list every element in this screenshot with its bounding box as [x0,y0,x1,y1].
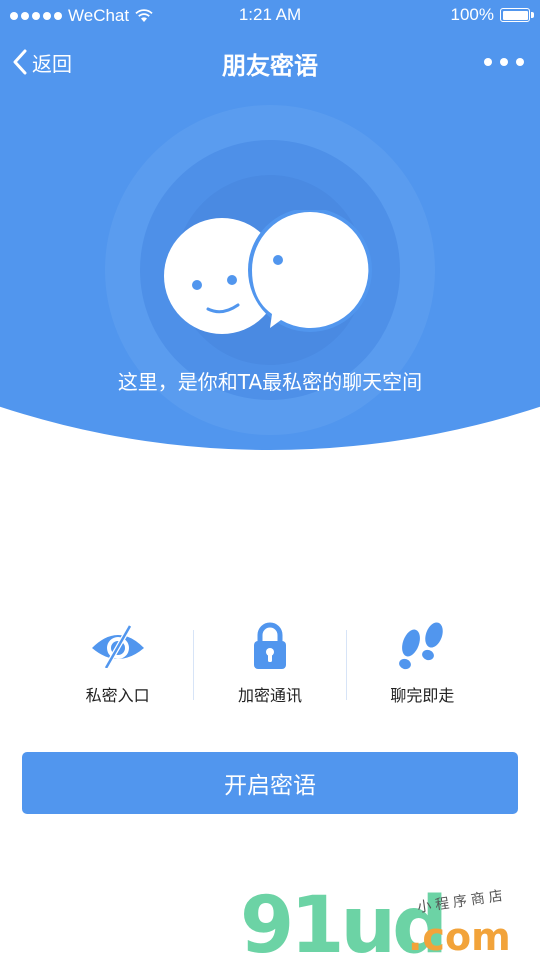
more-dots-icon[interactable] [484,48,524,76]
battery-icon [500,8,534,22]
start-button[interactable]: 开启密语 [22,752,518,814]
battery-percent: 100% [450,5,494,24]
svg-text:.com: .com [408,915,511,955]
chat-bubbles-icon [164,210,372,334]
watermark-logo: 91ud .com 小程序商店 [240,881,511,955]
feature-icon [90,620,146,672]
status-right: 100% [450,5,534,25]
feature-label: 私密入口 [85,686,150,705]
eye-slash-icon [91,624,144,668]
status-bar: WeChat 1:21 AM 100% [0,0,540,34]
feature-encrypted: 加密通讯 [194,620,345,710]
feature-icon [252,620,288,672]
feature-chat-and-go: 聊完即走 [347,620,498,710]
nav-bar: 返回 朋友密语 [0,34,540,90]
lock-icon [253,622,286,669]
features-row: 私密入口 加密通讯 聊完即走 [42,620,498,710]
feature-icon [396,620,448,672]
screen: 这里，是你和TA最私密的聊天空间 WeChat 1:21 AM 100% 返回 … [0,0,540,960]
feature-label: 加密通讯 [237,686,302,705]
footprints-icon [399,622,444,670]
feature-private-entry: 私密入口 [42,620,193,710]
hero-tagline: 这里，是你和TA最私密的聊天空间 [117,370,423,394]
feature-label: 聊完即走 [390,686,455,705]
page-title: 朋友密语 [222,52,318,80]
